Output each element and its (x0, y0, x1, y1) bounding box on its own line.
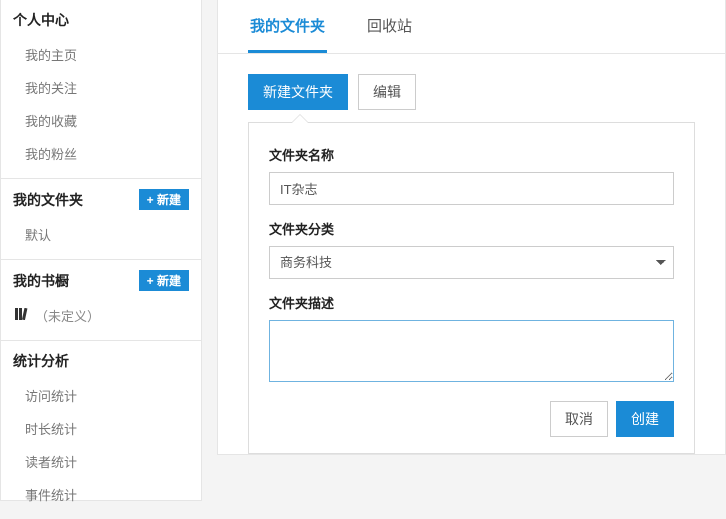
tabs: 我的文件夹 回收站 (218, 0, 725, 54)
sidebar-item-visit-stats[interactable]: 访问统计 (1, 379, 201, 412)
toolbar: 新建文件夹 编辑 (218, 54, 725, 110)
sidebar-title-personal: 个人中心 (13, 10, 69, 30)
new-folder-sidebar-button[interactable]: + 新建 (139, 189, 189, 210)
sidebar-section-personal: 个人中心 我的主页 我的关注 我的收藏 我的粉丝 (1, 0, 201, 179)
new-folder-button[interactable]: 新建文件夹 (248, 74, 348, 110)
sidebar-item-home[interactable]: 我的主页 (1, 38, 201, 71)
folder-desc-textarea[interactable] (269, 320, 674, 382)
folder-name-label: 文件夹名称 (269, 145, 674, 164)
edit-button[interactable]: 编辑 (358, 74, 416, 110)
tab-recycle[interactable]: 回收站 (365, 15, 414, 53)
main-panel: 我的文件夹 回收站 新建文件夹 编辑 文件夹名称 文件夹分类 商务科技 (217, 0, 726, 455)
sidebar-item-undefined-book[interactable]: （未定义） (1, 299, 201, 332)
panel-arrow-icon (291, 114, 309, 123)
folder-desc-label: 文件夹描述 (269, 293, 674, 312)
folder-category-select[interactable]: 商务科技 (269, 246, 674, 279)
book-icon (15, 307, 29, 323)
sidebar-title-stats: 统计分析 (13, 351, 69, 371)
sidebar-item-default-folder[interactable]: 默认 (1, 218, 201, 251)
sidebar-section-stats: 统计分析 访问统计 时长统计 读者统计 事件统计 (1, 341, 201, 519)
sidebar-item-event-stats[interactable]: 事件统计 (1, 478, 201, 511)
sidebar-item-reader-stats[interactable]: 读者统计 (1, 445, 201, 478)
cancel-button[interactable]: 取消 (550, 401, 608, 437)
sidebar: 个人中心 我的主页 我的关注 我的收藏 我的粉丝 我的文件夹 + 新建 默认 我… (0, 0, 202, 501)
tab-my-folders[interactable]: 我的文件夹 (248, 15, 327, 53)
sidebar-section-bookshelf: 我的书橱 + 新建 （未定义） (1, 260, 201, 341)
create-button[interactable]: 创建 (616, 401, 674, 437)
sidebar-item-duration-stats[interactable]: 时长统计 (1, 412, 201, 445)
sidebar-title-folders: 我的文件夹 (13, 190, 83, 210)
sidebar-section-folders: 我的文件夹 + 新建 默认 (1, 179, 201, 260)
folder-category-label: 文件夹分类 (269, 219, 674, 238)
sidebar-title-bookshelf: 我的书橱 (13, 271, 69, 291)
sidebar-item-follow[interactable]: 我的关注 (1, 71, 201, 104)
new-bookshelf-button[interactable]: + 新建 (139, 270, 189, 291)
folder-name-input[interactable] (269, 172, 674, 205)
sidebar-item-favorites[interactable]: 我的收藏 (1, 104, 201, 137)
new-folder-panel: 文件夹名称 文件夹分类 商务科技 文件夹描述 取消 创建 (248, 122, 695, 454)
sidebar-item-fans[interactable]: 我的粉丝 (1, 137, 201, 170)
sidebar-item-undefined-label: （未定义） (35, 306, 100, 325)
